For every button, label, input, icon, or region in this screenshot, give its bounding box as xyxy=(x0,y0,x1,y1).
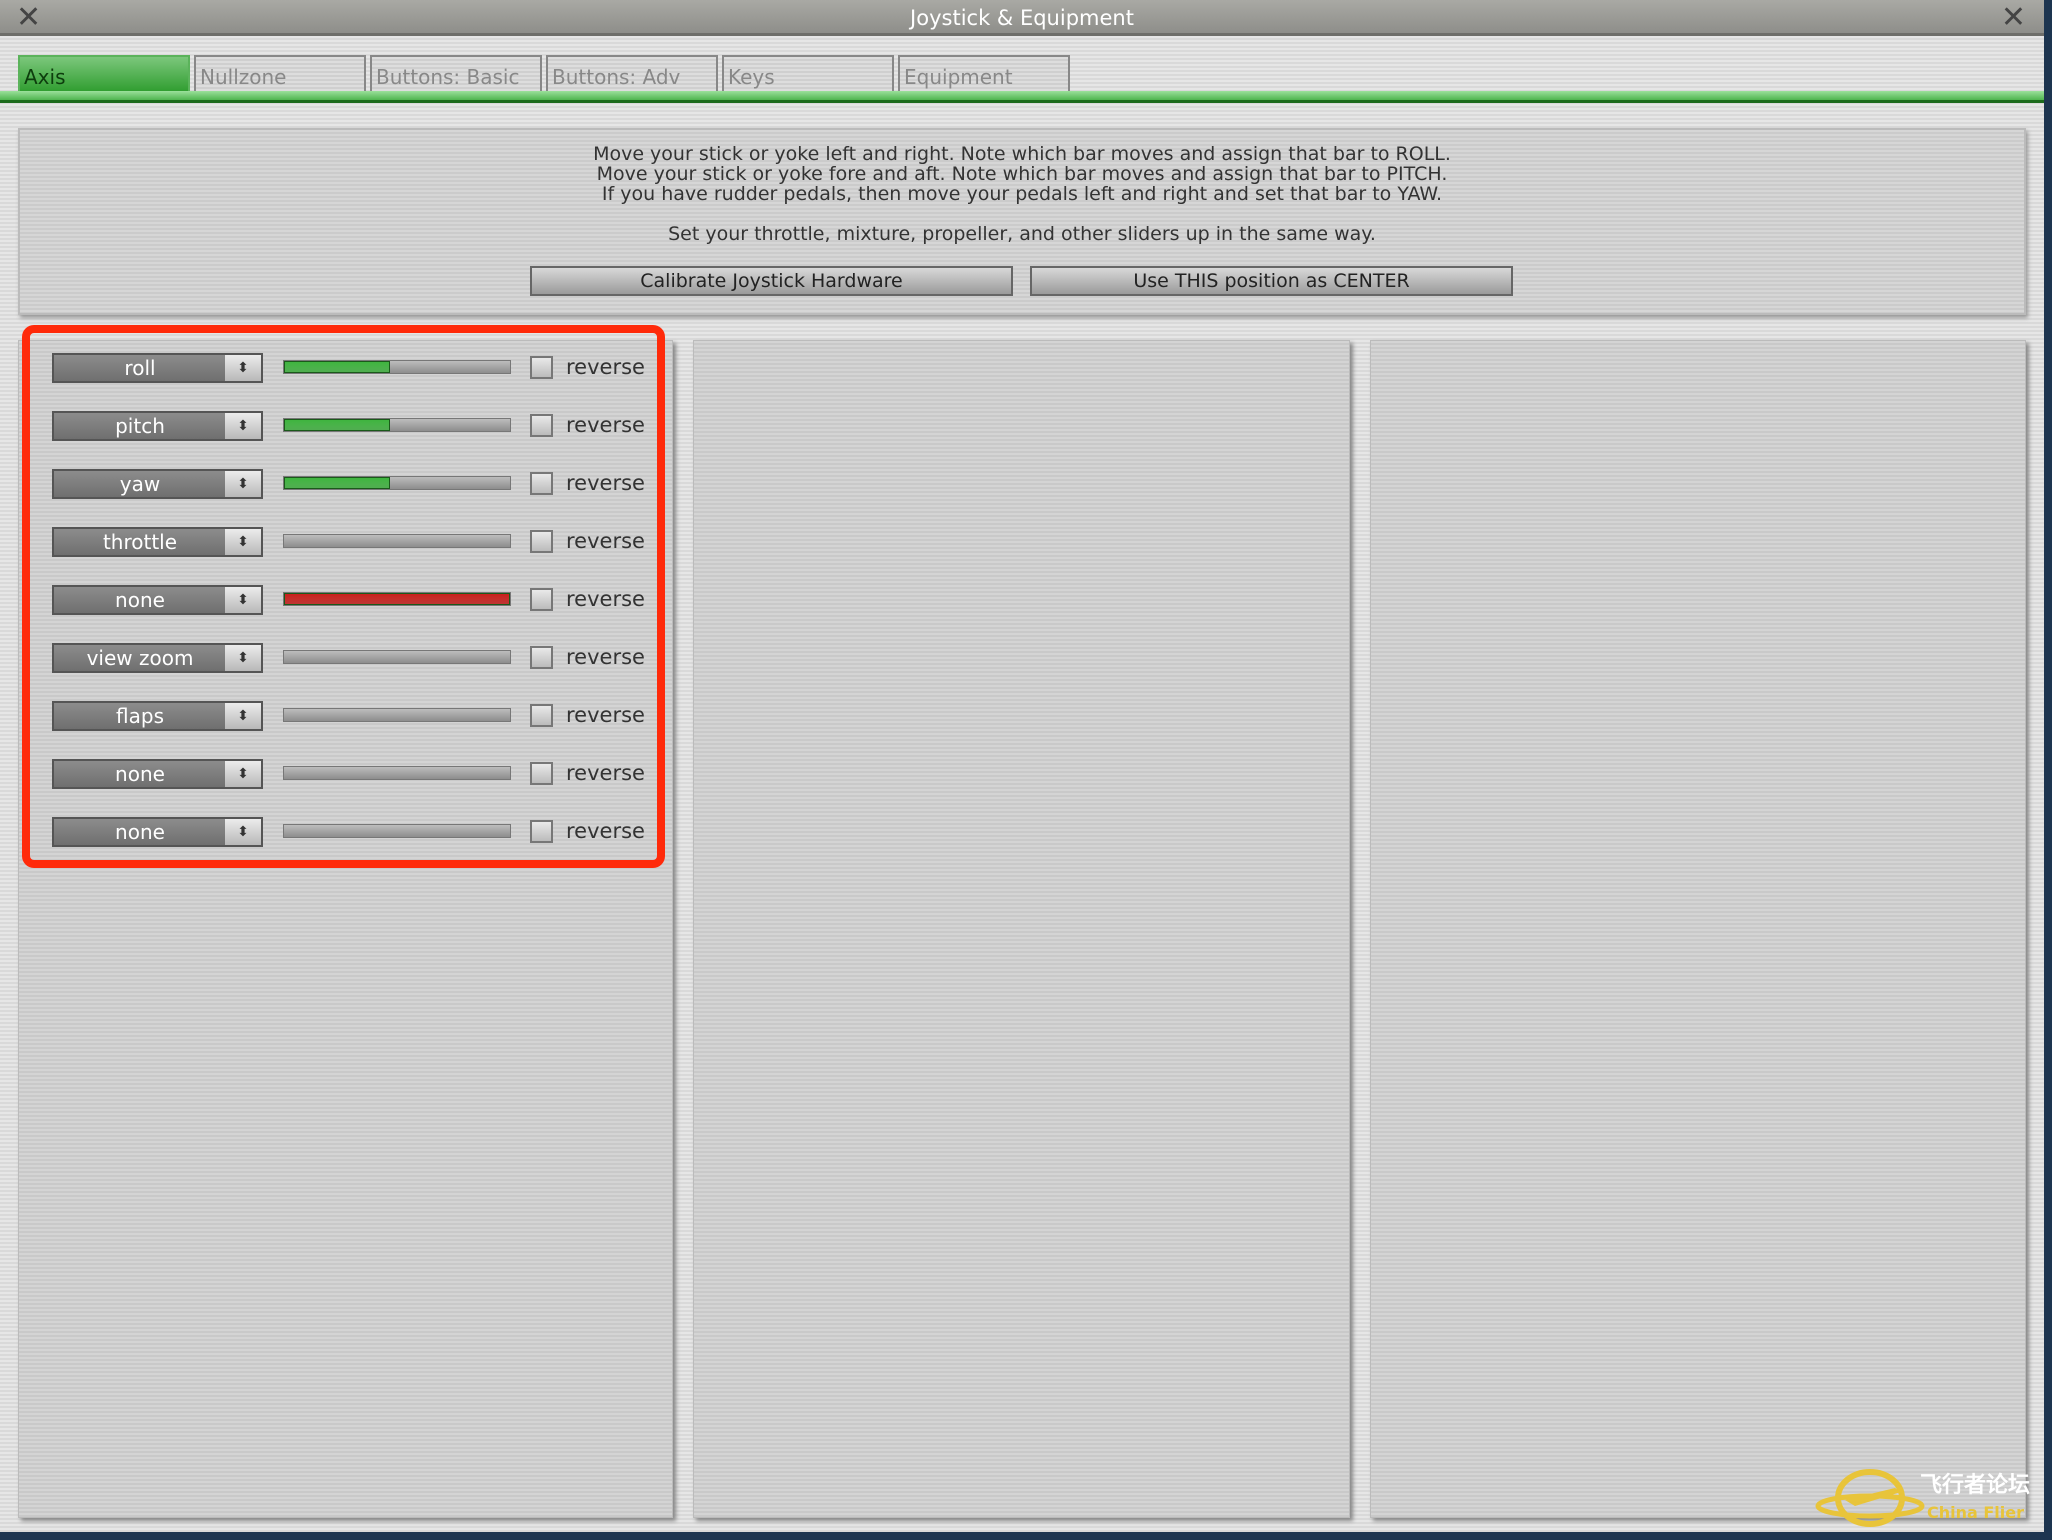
axis-panel-middle xyxy=(693,340,1350,1518)
axis-position-bar xyxy=(283,592,511,606)
reverse-label: reverse xyxy=(566,703,645,727)
axis-panel-right xyxy=(1370,340,2026,1518)
tab-keys[interactable]: Keys xyxy=(722,55,894,92)
calibrate-button[interactable]: Calibrate Joystick Hardware xyxy=(530,266,1013,296)
axis-row: none ⬍ reverse xyxy=(52,585,645,617)
updown-arrow-icon[interactable]: ⬍ xyxy=(225,819,261,845)
updown-arrow-icon[interactable]: ⬍ xyxy=(225,645,261,671)
close-icon[interactable]: ✕ xyxy=(2001,0,2026,36)
axis-position-bar xyxy=(283,360,511,374)
axis-position-bar xyxy=(283,534,511,548)
reverse-label: reverse xyxy=(566,645,645,669)
axis-position-bar xyxy=(283,766,511,780)
axis-assignment-select[interactable]: yaw ⬍ xyxy=(52,469,263,499)
svg-text:飞行者论坛: 飞行者论坛 xyxy=(1920,1472,2030,1498)
tab-axis[interactable]: Axis xyxy=(18,55,190,92)
instruction-roll: Move your stick or yoke left and right. … xyxy=(593,143,1451,165)
tab-buttons-basic[interactable]: Buttons: Basic xyxy=(370,55,542,92)
instruction-sliders: Set your throttle, mixture, propeller, a… xyxy=(668,223,1376,245)
updown-arrow-icon[interactable]: ⬍ xyxy=(225,703,261,729)
reverse-checkbox[interactable] xyxy=(530,414,553,437)
tab-buttons-adv[interactable]: Buttons: Adv xyxy=(546,55,718,92)
axis-position-fill xyxy=(284,477,391,489)
reverse-label: reverse xyxy=(566,529,645,553)
axis-position-bar xyxy=(283,708,511,722)
reverse-checkbox[interactable] xyxy=(530,588,553,611)
reverse-checkbox[interactable] xyxy=(530,530,553,553)
reverse-label: reverse xyxy=(566,413,645,437)
tab-bar: Axis Nullzone Buttons: Basic Buttons: Ad… xyxy=(18,55,1070,92)
axis-assignment-select[interactable]: roll ⬍ xyxy=(52,353,263,383)
axis-assignment-select[interactable]: none ⬍ xyxy=(52,817,263,847)
axis-row: view zoom ⬍ reverse xyxy=(52,643,645,675)
axis-assignment-select[interactable]: flaps ⬍ xyxy=(52,701,263,731)
axis-assignment-select[interactable]: throttle ⬍ xyxy=(52,527,263,557)
axis-assignment-value: none xyxy=(115,762,165,786)
reverse-checkbox[interactable] xyxy=(530,646,553,669)
reverse-label: reverse xyxy=(566,587,645,611)
instruction-pitch: Move your stick or yoke fore and aft. No… xyxy=(596,163,1448,185)
axis-row: pitch ⬍ reverse xyxy=(52,411,645,443)
reverse-label: reverse xyxy=(566,761,645,785)
china-flier-logo: 飞行者论坛 China Flier xyxy=(1815,1469,2030,1527)
axis-row: flaps ⬍ reverse xyxy=(52,701,645,733)
updown-arrow-icon[interactable]: ⬍ xyxy=(225,587,261,613)
axis-assignment-value: none xyxy=(115,820,165,844)
axis-assignment-value: none xyxy=(115,588,165,612)
axis-position-bar xyxy=(283,418,511,432)
axis-assignment-value: pitch xyxy=(115,414,165,438)
reverse-checkbox[interactable] xyxy=(530,356,553,379)
reverse-checkbox[interactable] xyxy=(530,472,553,495)
updown-arrow-icon[interactable]: ⬍ xyxy=(225,761,261,787)
axis-assignment-value: roll xyxy=(124,356,156,380)
axis-assignment-select[interactable]: pitch ⬍ xyxy=(52,411,263,441)
axis-assignment-value: flaps xyxy=(116,704,164,728)
axis-row: none ⬍ reverse xyxy=(52,817,645,849)
axis-assignment-select[interactable]: none ⬍ xyxy=(52,585,263,615)
axis-assignment-value: throttle xyxy=(102,530,178,554)
svg-text:China Flier: China Flier xyxy=(1927,1503,2024,1522)
axis-assignment-value: yaw xyxy=(119,472,161,496)
reverse-checkbox[interactable] xyxy=(530,820,553,843)
reverse-label: reverse xyxy=(566,471,645,495)
updown-arrow-icon[interactable]: ⬍ xyxy=(225,529,261,555)
axis-position-bar xyxy=(283,476,511,490)
close-icon[interactable]: ✕ xyxy=(16,0,41,36)
instruction-yaw: If you have rudder pedals, then move you… xyxy=(601,183,1443,205)
axis-position-fill xyxy=(284,419,391,431)
tab-underline xyxy=(0,91,2044,103)
title-bar: ✕ Joystick & Equipment ✕ xyxy=(0,0,2044,36)
window-title: Joystick & Equipment xyxy=(910,6,1134,30)
axis-assignment-select[interactable]: none ⬍ xyxy=(52,759,263,789)
updown-arrow-icon[interactable]: ⬍ xyxy=(225,471,261,497)
tab-nullzone[interactable]: Nullzone xyxy=(194,55,366,92)
reverse-checkbox[interactable] xyxy=(530,704,553,727)
axis-row: roll ⬍ reverse xyxy=(52,353,645,385)
axis-assignment-select[interactable]: view zoom ⬍ xyxy=(52,643,263,673)
instructions-panel: Move your stick or yoke left and right. … xyxy=(18,128,2026,315)
updown-arrow-icon[interactable]: ⬍ xyxy=(225,413,261,439)
axis-position-fill xyxy=(284,361,391,373)
joystick-window: ✕ Joystick & Equipment ✕ Axis Nullzone B… xyxy=(0,0,2044,1532)
center-button[interactable]: Use THIS position as CENTER xyxy=(1030,266,1513,296)
reverse-label: reverse xyxy=(566,355,645,379)
axis-position-fill xyxy=(284,593,510,605)
axis-row: throttle ⬍ reverse xyxy=(52,527,645,559)
tab-equipment[interactable]: Equipment xyxy=(898,55,1070,92)
axis-position-bar xyxy=(283,824,511,838)
reverse-checkbox[interactable] xyxy=(530,762,553,785)
axis-row: yaw ⬍ reverse xyxy=(52,469,645,501)
axis-position-bar xyxy=(283,650,511,664)
axis-row: none ⬍ reverse xyxy=(52,759,645,791)
reverse-label: reverse xyxy=(566,819,645,843)
axis-assignment-value: view zoom xyxy=(86,646,194,670)
updown-arrow-icon[interactable]: ⬍ xyxy=(225,355,261,381)
